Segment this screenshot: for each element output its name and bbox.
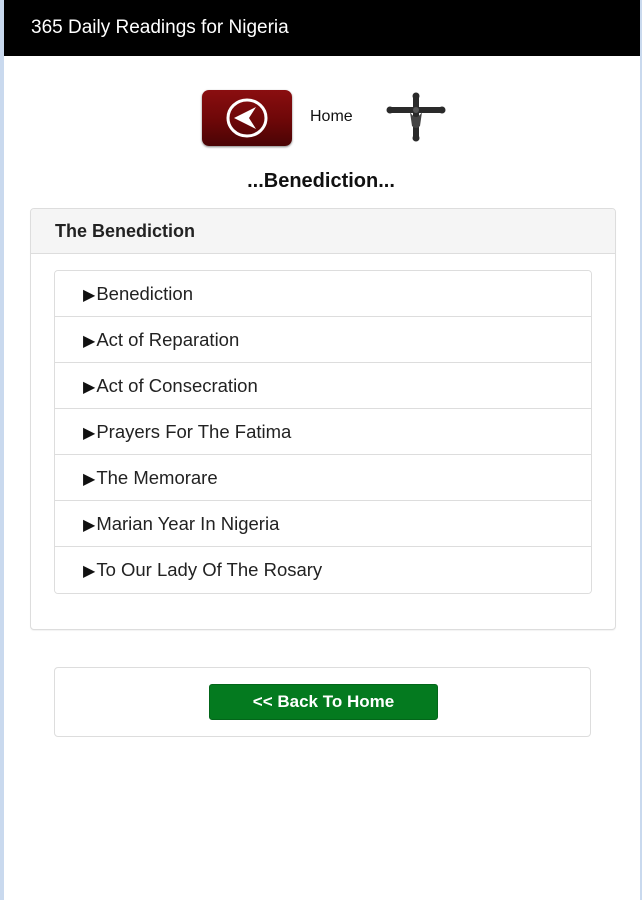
play-triangle-icon: ▶	[83, 471, 96, 488]
play-triangle-icon: ▶	[83, 517, 96, 534]
list-item-label: The Memorare	[96, 467, 218, 488]
list-item-marian-year-in-nigeria[interactable]: ▶Marian Year In Nigeria	[55, 501, 591, 547]
home-link[interactable]: Home	[310, 108, 353, 126]
list-item-label: Marian Year In Nigeria	[96, 513, 280, 534]
play-triangle-icon: ▶	[83, 425, 96, 442]
list-item-the-memorare[interactable]: ▶The Memorare	[55, 455, 591, 501]
crucifix-icon	[386, 92, 446, 147]
panel-heading: The Benediction	[31, 209, 615, 254]
play-triangle-icon: ▶	[83, 287, 96, 304]
list-item-label: To Our Lady Of The Rosary	[96, 559, 323, 580]
prayer-list: ▶Benediction ▶Act of Reparation ▶Act of …	[54, 270, 592, 594]
app-title: 365 Daily Readings for Nigeria	[31, 17, 289, 38]
play-triangle-icon: ▶	[83, 379, 96, 396]
play-triangle-icon: ▶	[83, 333, 96, 350]
list-item-to-our-lady-of-the-rosary[interactable]: ▶To Our Lady Of The Rosary	[55, 547, 591, 593]
benediction-panel: The Benediction ▶Benediction ▶Act of Rep…	[30, 208, 616, 630]
page-title: ...Benediction...	[247, 170, 395, 192]
nav-row: Home	[0, 88, 642, 148]
list-item-label: Benediction	[96, 283, 193, 304]
back-to-home-button[interactable]: << Back To Home	[209, 684, 438, 720]
list-item-label: Act of Consecration	[96, 375, 258, 396]
app-title-bar: 365 Daily Readings for Nigeria	[4, 0, 640, 56]
list-item-benediction[interactable]: ▶Benediction	[55, 271, 591, 317]
list-item-label: Prayers For The Fatima	[96, 421, 292, 442]
back-home-well: << Back To Home	[54, 667, 591, 737]
list-item-label: Act of Reparation	[96, 329, 240, 350]
play-triangle-icon: ▶	[83, 563, 96, 580]
list-item-act-of-consecration[interactable]: ▶Act of Consecration	[55, 363, 591, 409]
list-item-act-of-reparation[interactable]: ▶Act of Reparation	[55, 317, 591, 363]
list-item-prayers-for-the-fatima[interactable]: ▶Prayers For The Fatima	[55, 409, 591, 455]
back-arrow-icon[interactable]	[202, 90, 292, 146]
